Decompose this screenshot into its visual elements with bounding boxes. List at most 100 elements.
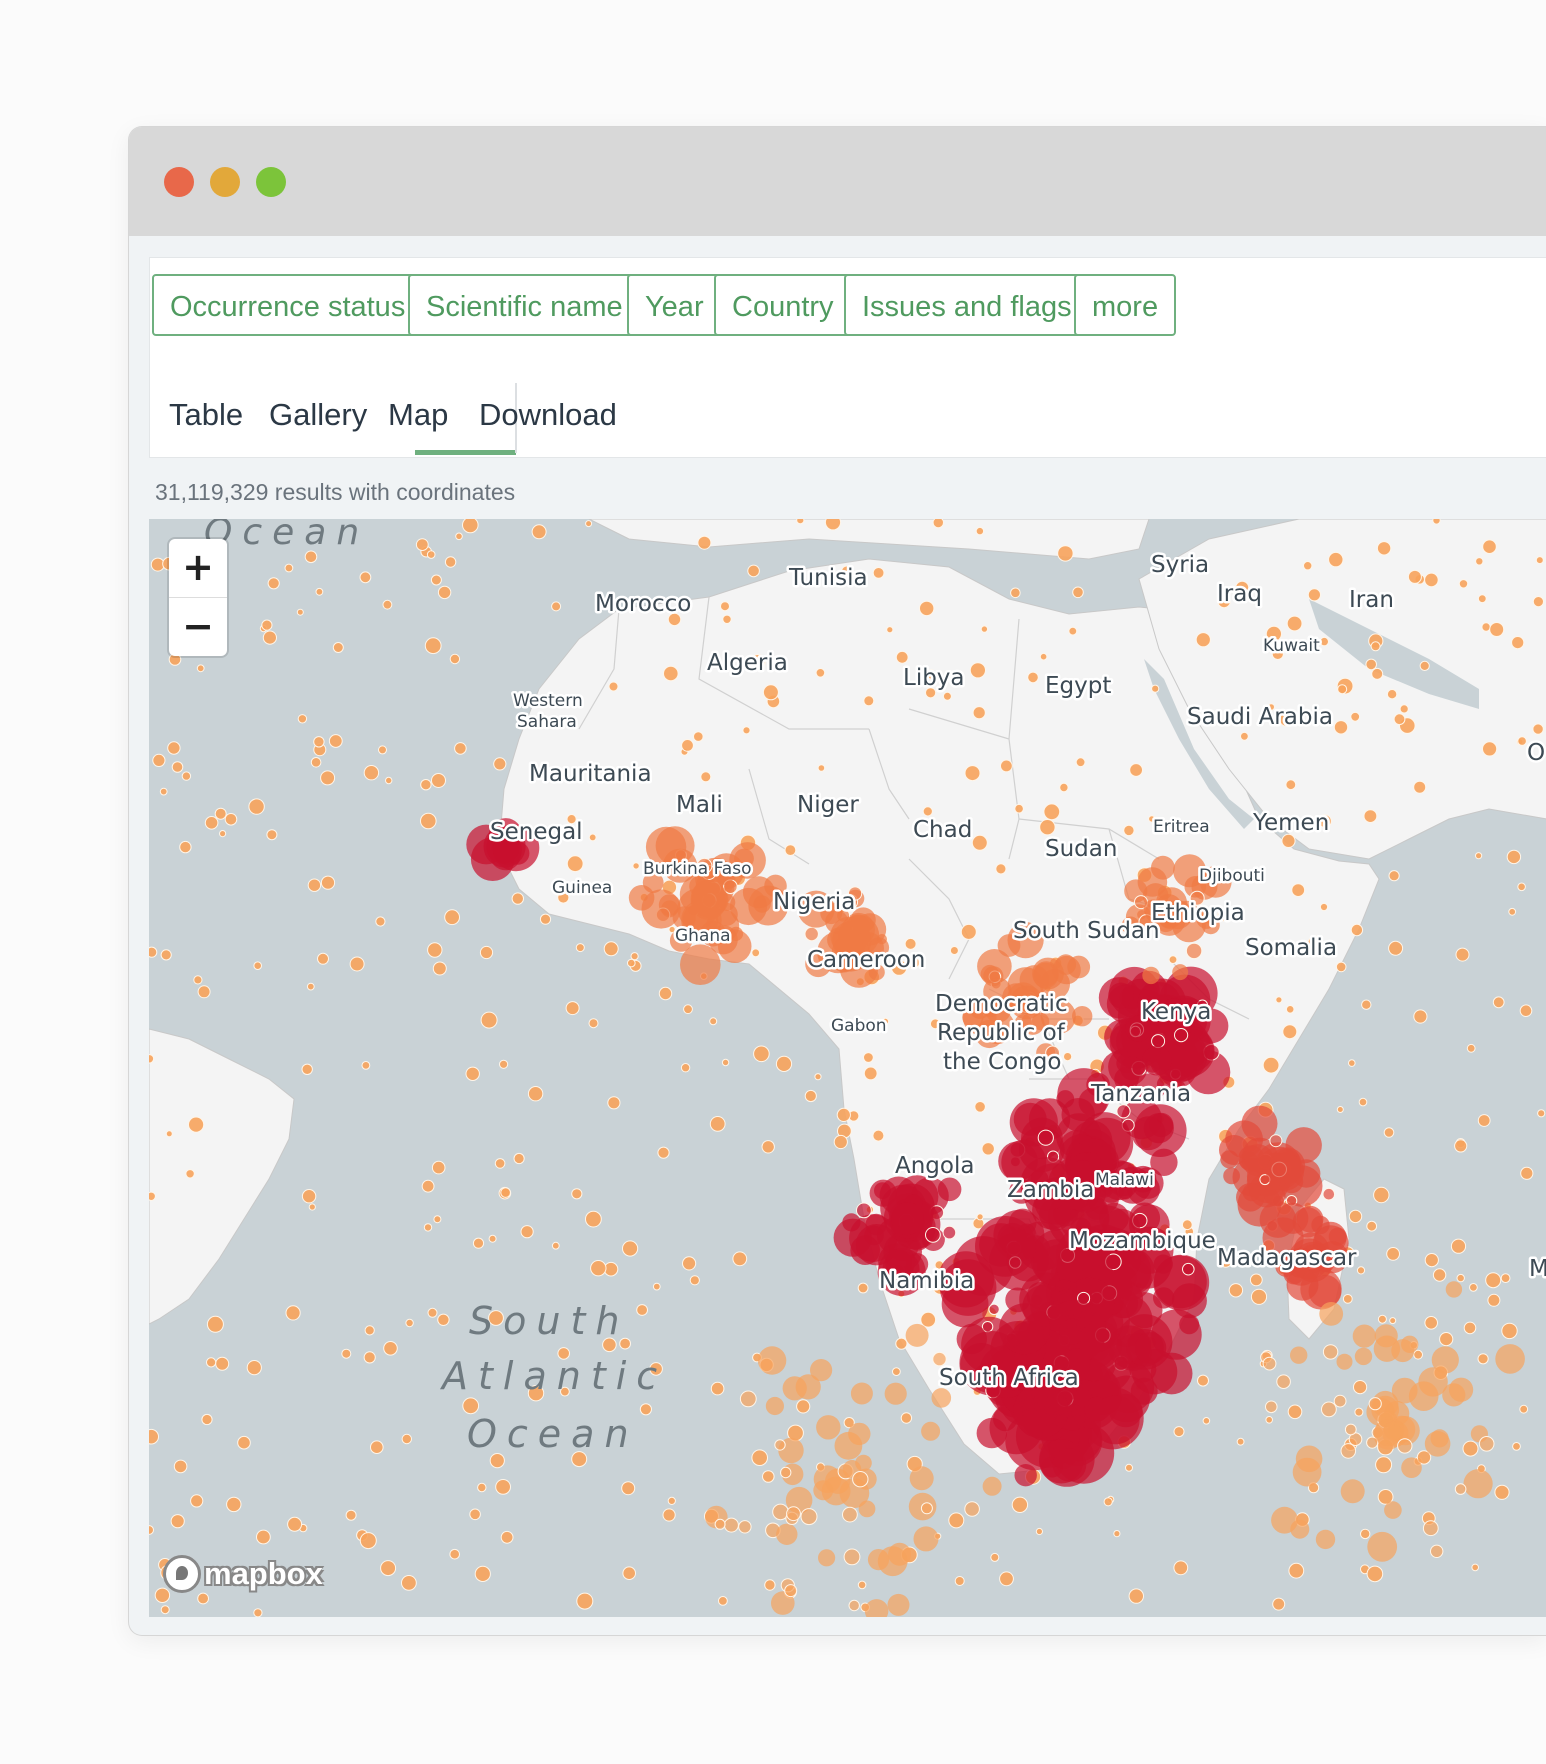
occurrence-point <box>449 1548 461 1560</box>
occurrence-point <box>1353 1380 1368 1395</box>
occurrence-point <box>1013 1383 1069 1439</box>
occurrence-point <box>1389 1317 1397 1325</box>
occurrence-point <box>1383 1127 1395 1138</box>
title-bar <box>129 127 1546 236</box>
occurrence-point <box>762 1470 775 1483</box>
map-canvas[interactable]: Ocean South Atlantic Ocean Tunisia Moroc… <box>149 519 1546 1617</box>
tab-download[interactable]: Download <box>479 397 617 433</box>
occurrence-point <box>317 952 329 965</box>
occurrence-point <box>775 1055 793 1073</box>
occurrence-point <box>969 662 987 679</box>
filter-scientific-name[interactable]: Scientific name <box>408 274 641 336</box>
filter-country[interactable]: Country <box>714 274 852 336</box>
occurrence-point <box>964 1501 980 1517</box>
occurrence-point <box>999 1571 1014 1587</box>
tab-gallery[interactable]: Gallery <box>269 397 367 433</box>
filter-more[interactable]: more <box>1074 274 1177 336</box>
country-label: Democratic <box>935 991 1068 1017</box>
occurrence-point <box>999 1303 1051 1355</box>
occurrence-point <box>380 1560 397 1577</box>
occurrence-point <box>1494 1484 1510 1500</box>
occurrence-point <box>848 1422 871 1446</box>
mapbox-attribution[interactable]: mapbox <box>163 1555 323 1599</box>
occurrence-point <box>149 1428 159 1445</box>
occurrence-point <box>1276 1374 1291 1390</box>
zoom-out-button[interactable]: − <box>169 598 227 656</box>
occurrence-point <box>152 753 166 767</box>
occurrence-point <box>1072 1006 1093 1027</box>
occurrence-point <box>1535 556 1544 565</box>
occurrence-point <box>1368 1397 1382 1411</box>
occurrence-point <box>995 863 1007 875</box>
occurrence-point <box>215 1356 230 1371</box>
ocean-label: Ocean <box>467 1412 639 1456</box>
occurrence-point <box>723 1517 739 1533</box>
occurrence-point <box>1354 1407 1364 1417</box>
filter-issues-and-flags[interactable]: Issues and flags <box>844 274 1090 336</box>
occurrence-point <box>817 764 826 772</box>
occurrence-point <box>193 975 203 985</box>
occurrence-point <box>1401 1457 1422 1478</box>
occurrence-point <box>1371 667 1384 680</box>
tab-table[interactable]: Table <box>169 397 243 433</box>
country-label: Namibia <box>879 1268 974 1294</box>
occurrence-point <box>1380 1410 1397 1428</box>
occurrence-point <box>1336 1106 1344 1113</box>
tab-map[interactable]: Map <box>388 397 448 433</box>
occurrence-point <box>423 1223 433 1232</box>
occurrence-point <box>867 1549 890 1571</box>
occurrence-point <box>774 1439 786 1451</box>
occurrence-point <box>474 1565 491 1583</box>
occurrence-point <box>206 1315 224 1333</box>
occurrence-map[interactable]: Ocean South Atlantic Ocean Tunisia Moroc… <box>149 519 1546 1617</box>
occurrence-point <box>747 564 760 578</box>
occurrence-point <box>942 1225 957 1240</box>
occurrence-point <box>267 577 280 590</box>
occurrence-point <box>430 574 442 586</box>
occurrence-point <box>1014 1464 1037 1487</box>
zoom-in-button[interactable]: + <box>169 539 227 598</box>
occurrence-point <box>1027 671 1039 684</box>
occurrence-point <box>1391 1339 1415 1363</box>
occurrence-point <box>700 771 712 783</box>
occurrence-point <box>887 1593 910 1616</box>
occurrence-point <box>301 1063 313 1075</box>
country-label: Madagascar <box>1217 1245 1357 1271</box>
country-label: Djibouti <box>1199 866 1265 886</box>
close-window-button[interactable] <box>164 167 194 197</box>
occurrence-point <box>308 1203 316 1211</box>
occurrence-point <box>531 524 547 540</box>
minimize-window-button[interactable] <box>210 167 240 197</box>
occurrence-point <box>1128 1588 1144 1604</box>
occurrence-point <box>1393 713 1406 726</box>
occurrence-point <box>1455 947 1470 962</box>
occurrence-point <box>256 1529 271 1545</box>
occurrence-point <box>1354 1347 1373 1366</box>
occurrence-point <box>1482 741 1498 757</box>
occurrence-point <box>320 875 336 890</box>
filter-occurrence-status[interactable]: Occurrence status <box>152 274 424 336</box>
occurrence-point <box>1319 1302 1344 1326</box>
occurrence-point <box>780 1466 792 1479</box>
occurrence-point <box>420 812 437 830</box>
occurrence-point <box>863 1052 874 1063</box>
occurrence-point <box>857 1580 867 1590</box>
results-count: 31,119,329 results with coordinates <box>155 479 516 505</box>
occurrence-point <box>167 741 181 755</box>
occurrence-point <box>1123 824 1135 837</box>
occurrence-point <box>307 878 322 892</box>
occurrence-point <box>627 958 636 968</box>
occurrence-point <box>1419 660 1430 671</box>
occurrence-point <box>500 1187 511 1198</box>
occurrence-point <box>667 1496 676 1506</box>
occurrence-point <box>415 538 429 552</box>
occurrence-point <box>1303 561 1313 571</box>
occurrence-point <box>975 526 985 536</box>
zoom-window-button[interactable] <box>256 167 286 197</box>
occurrence-point <box>1424 572 1439 588</box>
filter-year[interactable]: Year <box>627 274 722 336</box>
occurrence-point <box>1262 1056 1280 1074</box>
occurrence-point <box>1287 1404 1303 1420</box>
occurrence-point <box>1430 1544 1444 1559</box>
occurrence-point <box>201 1413 213 1426</box>
